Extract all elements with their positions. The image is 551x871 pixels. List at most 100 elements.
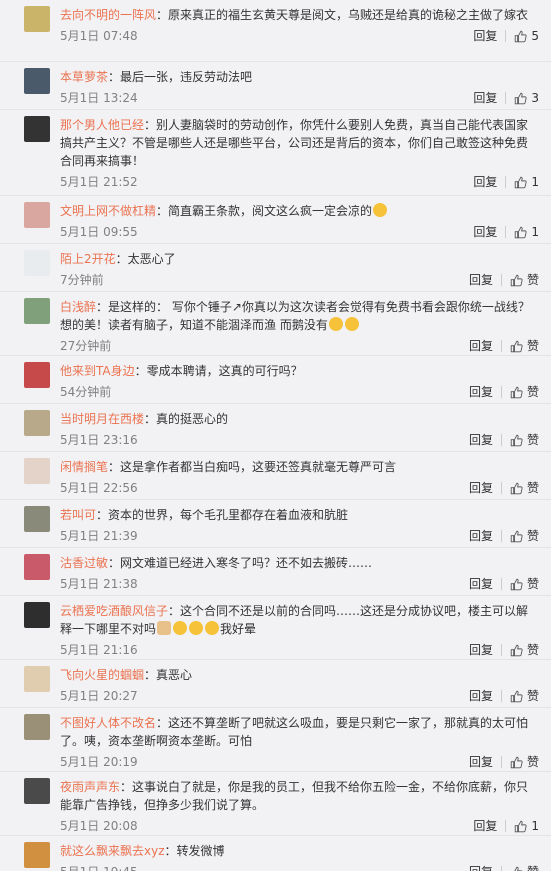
reply-button[interactable]: 回复 [469, 478, 501, 498]
like-button[interactable]: 赞 [510, 862, 539, 871]
comment-meta: 5月1日 21:16 回复 赞 [60, 640, 539, 660]
username-link[interactable]: 飞向火星的蝈蝈 [60, 668, 144, 682]
avatar[interactable] [24, 410, 50, 436]
divider [505, 30, 507, 42]
avatar[interactable] [24, 602, 50, 628]
avatar[interactable] [24, 842, 50, 868]
avatar[interactable] [24, 554, 50, 580]
comment-body: 最后一张，违反劳动法吧 [120, 70, 253, 84]
thumbs-up-icon [514, 92, 527, 105]
like-button[interactable]: 赞 [510, 430, 539, 450]
username-link[interactable]: 当时明月在西楼 [60, 412, 144, 426]
username-link[interactable]: 就这么飘来飘去xyz [60, 844, 165, 858]
username-link[interactable]: 若叫可 [60, 508, 96, 522]
avatar[interactable] [24, 778, 50, 804]
reply-button[interactable]: 回复 [473, 88, 505, 108]
username-link[interactable]: 他来到TA身边 [60, 364, 135, 378]
like-count: 赞 [526, 385, 539, 399]
thumbs-up-icon [510, 340, 523, 353]
avatar[interactable] [24, 714, 50, 740]
username-link[interactable]: 沽香过敏 [60, 556, 108, 570]
reply-button[interactable]: 回复 [469, 640, 501, 660]
avatar[interactable] [24, 666, 50, 692]
username-link[interactable]: 白浅醉 [60, 300, 96, 314]
timestamp: 5月1日 13:24 [60, 91, 138, 105]
reply-button[interactable]: 回复 [473, 816, 505, 836]
comment-text: 文明上网不做杠精：简直霸王条款，阅文这么疯一定会凉的 [60, 202, 539, 220]
like-button[interactable]: 3 [514, 88, 539, 108]
comment-item: 若叫可：资本的世界，每个毛孔里都存在着血液和肮脏 5月1日 21:39 回复 赞 [0, 500, 551, 548]
comment-item: 沽香过敏：网文难道已经进入寒冬了吗？还不如去搬砖…… 5月1日 21:38 回复 赞 [0, 548, 551, 596]
username-link[interactable]: 文明上网不做杠精 [60, 204, 156, 218]
avatar[interactable] [24, 458, 50, 484]
timestamp: 5月1日 09:55 [60, 225, 138, 239]
reply-button[interactable]: 回复 [469, 336, 501, 356]
comment-item: 那个男人他已经：别人妻脑袋时的劳动创作，你凭什么要别人免费，真当自己能代表国家搞… [0, 110, 551, 196]
avatar[interactable] [24, 298, 50, 324]
reply-button[interactable]: 回复 [469, 752, 501, 772]
comment-meta: 5月1日 20:08 回复 1 [60, 816, 539, 836]
like-count: 赞 [526, 339, 539, 353]
timestamp: 27分钟前 [60, 339, 112, 353]
like-button[interactable]: 5 [514, 26, 539, 46]
like-button[interactable]: 1 [514, 222, 539, 242]
reply-button[interactable]: 回复 [469, 430, 501, 450]
like-button[interactable]: 赞 [510, 336, 539, 356]
avatar[interactable] [24, 250, 50, 276]
comment-text: 不图好人体不改名：这还不算垄断了吧就这么吸血，要是只剩它一家了，那就真的太可怕了… [60, 714, 539, 750]
username-link[interactable]: 去向不明的一阵风 [60, 8, 156, 22]
timestamp: 5月1日 07:48 [60, 29, 138, 43]
username-link[interactable]: 闲情搁笔 [60, 460, 108, 474]
reply-button[interactable]: 回复 [469, 574, 501, 594]
username-link[interactable]: 陌上2开花 [60, 252, 116, 266]
like-count: 赞 [526, 481, 539, 495]
like-button[interactable]: 赞 [510, 478, 539, 498]
like-button[interactable]: 1 [514, 172, 539, 192]
comment-text: 白浅醉：是这样的： 写你个锤子↗你真以为这次读者会觉得有免费书看会跟你统一战线？… [60, 298, 539, 334]
like-button[interactable]: 赞 [510, 640, 539, 660]
reply-button[interactable]: 回复 [469, 526, 501, 546]
avatar[interactable] [24, 362, 50, 388]
like-button[interactable]: 赞 [510, 270, 539, 290]
thumbs-up-icon [510, 866, 523, 871]
like-button[interactable]: 赞 [510, 574, 539, 594]
username-link[interactable]: 云栖爱吃酒酿风信子 [60, 604, 168, 618]
like-button[interactable]: 赞 [510, 686, 539, 706]
reply-button[interactable]: 回复 [469, 686, 501, 706]
username-link[interactable]: 不图好人体不改名 [60, 716, 156, 730]
avatar[interactable] [24, 68, 50, 94]
comment-text: 夜雨声声东：这事说白了就是，你是我的员工，但我不给你五险一金，不给你底薪，你只能… [60, 778, 539, 814]
comment-item: 不图好人体不改名：这还不算垄断了吧就这么吸血，要是只剩它一家了，那就真的太可怕了… [0, 708, 551, 772]
comment-item: 云栖爱吃酒酿风信子：这个合同不还是以前的合同吗……这还是分成协议吧，楼主可以解释… [0, 596, 551, 660]
avatar[interactable] [24, 202, 50, 228]
thumbs-up-icon [510, 274, 523, 287]
reply-button[interactable]: 回复 [469, 862, 501, 871]
comment-actions: 回复 1 [473, 222, 539, 242]
avatar[interactable] [24, 6, 50, 32]
timestamp: 5月1日 21:52 [60, 175, 138, 189]
like-button[interactable]: 赞 [510, 752, 539, 772]
like-button[interactable]: 赞 [510, 526, 539, 546]
reply-button[interactable]: 回复 [473, 222, 505, 242]
username-link[interactable]: 本草萝茶 [60, 70, 108, 84]
reply-button[interactable]: 回复 [469, 382, 501, 402]
reply-button[interactable]: 回复 [473, 26, 505, 46]
divider [500, 482, 502, 494]
reply-button[interactable]: 回复 [469, 270, 501, 290]
like-button[interactable]: 赞 [510, 382, 539, 402]
comment-actions: 回复 赞 [469, 382, 539, 402]
username-link[interactable]: 那个男人他已经 [60, 118, 144, 132]
reply-button[interactable]: 回复 [473, 172, 505, 192]
username-link[interactable]: 夜雨声声东 [60, 780, 120, 794]
colon-separator: ： [108, 70, 121, 84]
timestamp: 5月1日 22:56 [60, 481, 138, 495]
comment-actions: 回复 赞 [469, 270, 539, 290]
colon-separator: ： [134, 364, 147, 378]
avatar[interactable] [24, 116, 50, 142]
avatar[interactable] [24, 506, 50, 532]
like-button[interactable]: 1 [514, 816, 539, 836]
divider [505, 226, 507, 238]
comment-body: 太恶心了 [127, 252, 176, 266]
thumbs-up-icon [514, 176, 527, 189]
comment-body: 真恶心 [156, 668, 193, 682]
